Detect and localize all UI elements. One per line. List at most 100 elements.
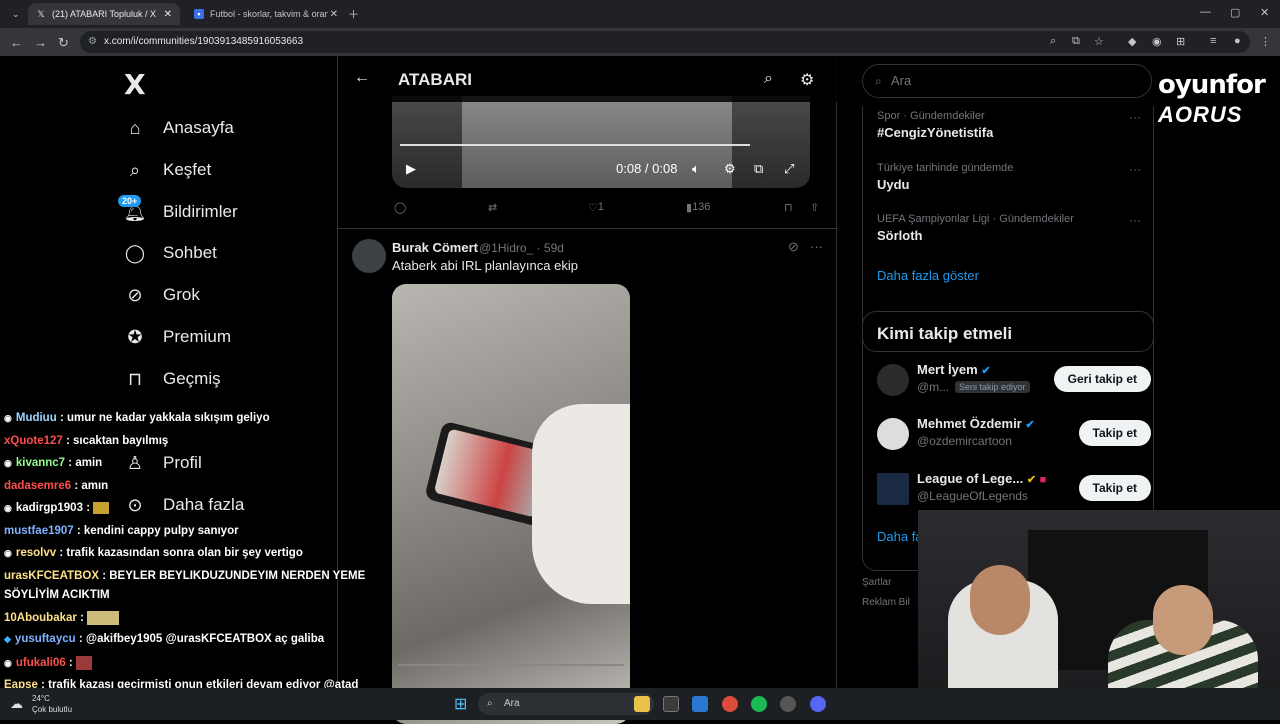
repost-icon[interactable]: ⇄ (488, 201, 497, 214)
post-video[interactable] (392, 284, 630, 724)
nav-home[interactable]: ⌂ Anasayfa (124, 113, 234, 143)
chat-message: urasKFCEATBOX : BEYLER BEYLIKDUZUNDEYIM … (4, 570, 366, 582)
search-icon[interactable]: ⌕ (764, 70, 773, 88)
avatar[interactable] (877, 364, 909, 396)
window-close-button[interactable]: ✕ (1260, 6, 1269, 19)
forward-icon[interactable]: → (34, 35, 47, 50)
views-button[interactable]: ▮ 136 (686, 201, 710, 214)
more-dots-icon[interactable]: ··· (1129, 110, 1141, 124)
x-logo[interactable]: X (124, 68, 146, 101)
fullscreen-icon[interactable]: ⤢ (784, 161, 794, 177)
video-frame-detail (532, 404, 630, 604)
close-icon[interactable]: ✕ (330, 9, 338, 20)
chat-icon: ◯ (124, 242, 146, 263)
maximize-button[interactable]: ▢ (1230, 6, 1240, 19)
follows-you-badge: Seni takip ediyor (955, 381, 1030, 393)
store-icon[interactable] (663, 696, 679, 712)
emote-icon (87, 611, 120, 625)
follow-suggestion[interactable]: Mert İyem ✔ @m... Seni takip ediyor Geri… (877, 360, 1151, 400)
bookmark-icon[interactable]: ⊓ (784, 201, 793, 214)
back-icon[interactable]: ← (10, 35, 23, 50)
like-button[interactable]: ♡ 1 (588, 201, 604, 214)
bookmark-star-icon[interactable]: ☆ (1094, 35, 1104, 48)
spotify-icon[interactable] (751, 696, 767, 712)
outlook-icon[interactable] (692, 696, 708, 712)
start-icon[interactable]: ⊞ (454, 694, 467, 714)
site-info-icon[interactable]: ⚙ (88, 31, 97, 53)
discord-icon[interactable] (810, 696, 826, 712)
grok-icon: ⊘ (127, 284, 143, 305)
tab-atabari[interactable]: 𝕏 (21) ATABARI Topluluk / X ✕ (28, 3, 180, 25)
new-tab-button[interactable]: ＋ (348, 6, 359, 22)
weather-widget[interactable]: 24°C Çok bulutlu (32, 693, 72, 715)
nav-more[interactable]: ⊙ Daha fazla (124, 490, 244, 520)
taskbar-search[interactable]: ⌕ Ara (478, 693, 654, 715)
close-icon[interactable]: ✕ (164, 9, 172, 20)
more-dots-icon[interactable]: ··· (810, 239, 823, 254)
weather-icon[interactable]: ☁ (10, 696, 23, 712)
avatar[interactable] (877, 418, 909, 450)
nav-chat[interactable]: ◯ Sohbet (124, 238, 217, 268)
zoom-icon[interactable]: ⌕ (1050, 35, 1056, 48)
file-explorer-icon[interactable] (634, 696, 650, 712)
follow-button[interactable]: Takip et (1078, 420, 1151, 446)
reply-icon[interactable]: ◯ (394, 201, 406, 214)
extensions-puzzle-icon[interactable]: ⊞ (1176, 35, 1185, 48)
tab-search-button[interactable]: ⌄ (4, 3, 24, 25)
follow-back-button[interactable]: Geri takip et (1053, 366, 1151, 392)
play-icon[interactable]: ▶ (406, 161, 416, 177)
extension-icon[interactable]: ◆ (1128, 35, 1136, 48)
browser-tabstrip: ⌄ 𝕏 (21) ATABARI Topluluk / X ✕ ▪ Futbol… (0, 0, 1280, 28)
install-icon[interactable]: ⧉ (1072, 35, 1080, 48)
post-text: Ataberk abi IRL planlayınca ekip (392, 258, 578, 273)
settings-icon[interactable]: ⚙ (724, 161, 736, 177)
tab-futbol[interactable]: ▪ Futbol - skorlar, takvim & oranla ✕ (186, 3, 346, 25)
nav-profile[interactable]: ♙ Profil (124, 448, 202, 478)
nav-premium[interactable]: ✪ Premium (124, 322, 231, 352)
windows-taskbar: ☁ 24°C Çok bulutlu ⊞ ⌕ Ara (0, 688, 1280, 720)
follow-suggestion[interactable]: Mehmet Özdemir ✔ @ozdemircartoon Takip e… (877, 414, 1151, 454)
video-progress[interactable] (400, 144, 750, 146)
reload-icon[interactable]: ↻ (58, 35, 69, 51)
trend-item[interactable]: Türkiye tarihinde gündemde Uydu ··· (877, 162, 1141, 192)
footer-link-terms[interactable]: Şartlar (862, 577, 891, 588)
video-progress[interactable] (398, 664, 624, 666)
trend-item[interactable]: UEFA Şampiyonlar Ligi · Gündemdekiler Sö… (877, 213, 1141, 243)
volume-icon[interactable]: 🔈︎ (692, 161, 700, 177)
app-icon[interactable] (780, 696, 796, 712)
address-bar-row: ← → ↻ ⚙ x.com/i/communities/190391348591… (0, 28, 1280, 56)
share-icon[interactable]: ⇧ (810, 201, 819, 214)
nav-grok[interactable]: ⊘ Grok (124, 280, 199, 310)
reading-list-icon[interactable]: ≡ (1210, 35, 1216, 47)
gear-icon[interactable]: ⚙ (800, 70, 814, 90)
more-dots-icon[interactable]: ··· (1129, 162, 1141, 176)
post-actions: ◯ ⇄ ♡ 1 ▮ 136 ⊓ ⇧ (392, 201, 826, 219)
post-author-handle: @1Hidro_ · 59d (479, 241, 564, 255)
post-author-name[interactable]: Burak Cömert (392, 240, 478, 255)
minimize-button[interactable]: — (1200, 6, 1211, 18)
show-more-link[interactable]: Daha fa (877, 529, 923, 544)
nav-bookmarks[interactable]: ⊓ Geçmiş (124, 364, 221, 394)
follow-suggestion[interactable]: League of Lege... ✔ ■ @LeagueOfLegends T… (877, 469, 1151, 509)
video-player[interactable]: ▶ 0:08 / 0:08 🔈︎ ⚙ ⧉ ⤢ (392, 96, 810, 188)
pip-icon[interactable]: ⧉ (754, 161, 763, 177)
profile-avatar-icon[interactable]: ● (1234, 35, 1241, 47)
back-arrow-icon[interactable]: ← (354, 69, 370, 87)
home-icon: ⌂ (129, 117, 141, 138)
menu-dots-icon[interactable]: ⋮ (1260, 35, 1271, 48)
chat-message-continued: SÖYLİYİM ACIKTIM (4, 589, 110, 601)
nav-notifications[interactable]: 🔔︎ Bildirimler (124, 197, 238, 227)
show-more-link[interactable]: Daha fazla göster (877, 268, 979, 283)
avatar[interactable] (352, 239, 386, 273)
extension2-icon[interactable]: ◉ (1152, 35, 1162, 48)
more-dots-icon[interactable]: ··· (1129, 213, 1141, 227)
avatar[interactable] (877, 473, 909, 505)
grok-icon[interactable]: ⊘ (788, 239, 799, 255)
nav-explore[interactable]: ⌕ Keşfet (124, 155, 211, 185)
footer-link-ads[interactable]: Reklam Bil (862, 597, 910, 608)
page-title: ATABARI (398, 70, 472, 89)
follow-button[interactable]: Takip et (1078, 475, 1151, 501)
trend-item[interactable]: Spor · Gündemdekiler #CengizYönetistifa … (877, 110, 1141, 140)
chrome-icon[interactable] (722, 696, 738, 712)
search-input[interactable]: ⌕ Ara (862, 64, 1152, 98)
